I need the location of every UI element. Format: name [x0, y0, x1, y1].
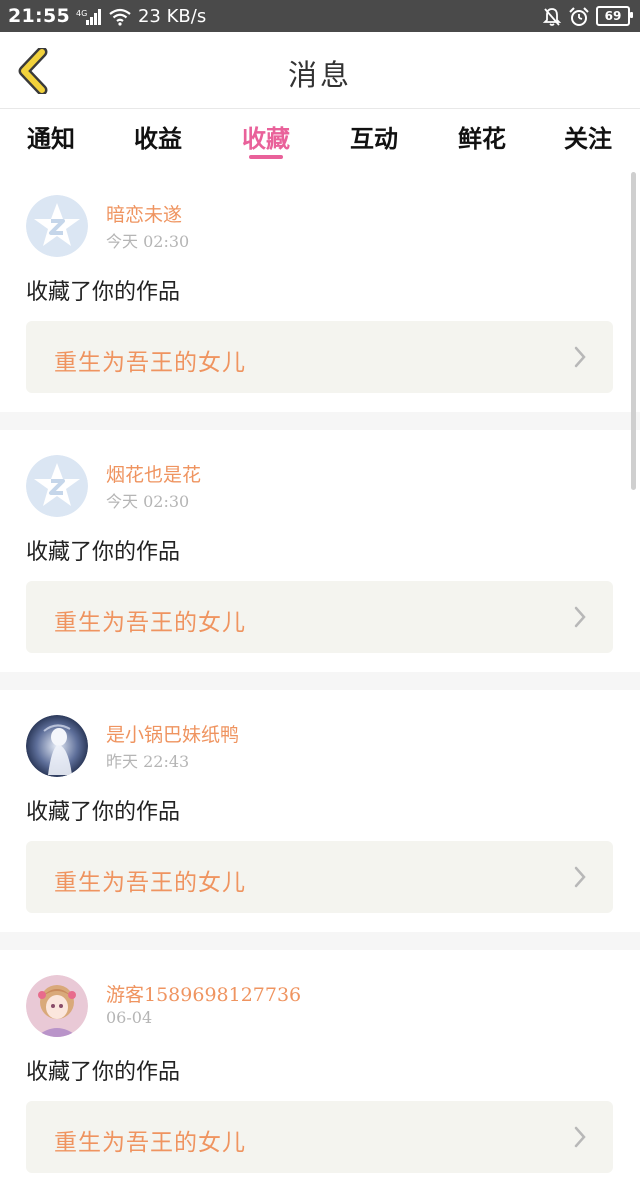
network-speed: 23 KB/s — [137, 5, 207, 27]
tab-favorites[interactable]: 收藏 — [221, 119, 311, 154]
message-item: 暗恋未遂 今天 02:30 收藏了你的作品 重生为吾王的女儿 — [0, 170, 640, 412]
avatar[interactable] — [26, 975, 88, 1037]
tab-earnings[interactable]: 收益 — [113, 119, 203, 154]
chevron-right-icon — [574, 346, 586, 368]
message-action: 收藏了你的作品 — [26, 280, 181, 305]
page-title: 消息 — [287, 58, 352, 92]
message-item: 游客1589698127736 06-04 收藏了你的作品 重生为吾王的女儿 — [0, 950, 640, 1192]
work-link[interactable]: 重生为吾王的女儿 — [26, 321, 613, 393]
message-action: 收藏了你的作品 — [26, 800, 181, 825]
message-item: 烟花也是花 今天 02:30 收藏了你的作品 重生为吾王的女儿 — [0, 430, 640, 672]
tab-notifications[interactable]: 通知 — [6, 119, 96, 154]
user-name[interactable]: 暗恋未遂 — [106, 200, 182, 227]
work-link[interactable]: 重生为吾王的女儿 — [26, 581, 613, 653]
scrollbar[interactable] — [631, 172, 636, 490]
tab-flowers[interactable]: 鲜花 — [437, 119, 527, 154]
message-time: 昨天 22:43 — [106, 752, 190, 771]
divider — [0, 672, 640, 690]
divider — [0, 412, 640, 430]
message-time: 06-04 — [106, 1008, 153, 1027]
user-name[interactable]: 是小锅巴妹纸鸭 — [106, 720, 239, 747]
work-link[interactable]: 重生为吾王的女儿 — [26, 1101, 613, 1173]
app-header: 消息 — [0, 32, 640, 109]
default-star-avatar-icon — [26, 455, 88, 517]
tab-interactions[interactable]: 互动 — [329, 119, 419, 154]
status-right: 69 — [542, 6, 633, 27]
status-bar: 21:55 4G 23 KB/s 69 — [0, 0, 640, 32]
work-title: 重生为吾王的女儿 — [54, 870, 246, 896]
user-name[interactable]: 烟花也是花 — [106, 460, 201, 487]
status-time: 21:55 — [8, 5, 70, 27]
message-action: 收藏了你的作品 — [26, 540, 181, 565]
avatar[interactable] — [26, 455, 88, 517]
message-item: 是小锅巴妹纸鸭 昨天 22:43 收藏了你的作品 重生为吾王的女儿 — [0, 690, 640, 932]
anime-ghost-avatar-icon — [26, 715, 88, 777]
default-star-avatar-icon — [26, 195, 88, 257]
avatar[interactable] — [26, 195, 88, 257]
work-title: 重生为吾王的女儿 — [54, 1130, 246, 1156]
tab-bar: 通知 收益 收藏 互动 鲜花 关注 — [0, 109, 640, 167]
anime-girl-avatar-icon — [26, 975, 88, 1037]
work-title: 重生为吾王的女儿 — [54, 350, 246, 376]
active-tab-indicator — [249, 155, 283, 159]
message-action: 收藏了你的作品 — [26, 1060, 181, 1085]
chevron-right-icon — [574, 1126, 586, 1148]
work-link[interactable]: 重生为吾王的女儿 — [26, 841, 613, 913]
message-time: 今天 02:30 — [106, 232, 190, 251]
chevron-right-icon — [574, 606, 586, 628]
battery-icon: 69 — [596, 6, 633, 26]
divider — [0, 932, 640, 950]
message-time: 今天 02:30 — [106, 492, 190, 511]
signal-icon: 4G — [76, 6, 102, 27]
status-left: 21:55 4G 23 KB/s — [8, 5, 206, 27]
chevron-right-icon — [574, 866, 586, 888]
tab-following[interactable]: 关注 — [543, 119, 633, 154]
network-type-label: 4G — [76, 9, 87, 18]
wifi-icon — [108, 6, 132, 27]
work-title: 重生为吾王的女儿 — [54, 610, 246, 636]
user-name[interactable]: 游客1589698127736 — [106, 980, 301, 1007]
avatar[interactable] — [26, 715, 88, 777]
alarm-icon — [568, 6, 590, 27]
bell-off-icon — [542, 6, 562, 27]
message-list: 暗恋未遂 今天 02:30 收藏了你的作品 重生为吾王的女儿 烟花也是花 今天 … — [0, 170, 640, 1192]
